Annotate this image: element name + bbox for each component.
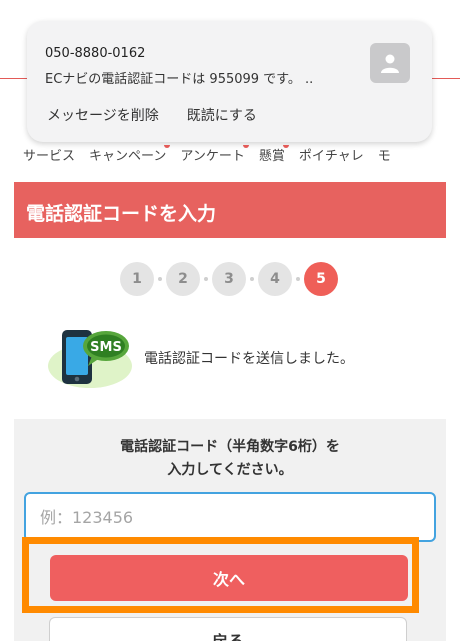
new-badge bbox=[164, 145, 171, 148]
verification-code-input[interactable] bbox=[24, 492, 436, 542]
nav-item-service[interactable]: サービス bbox=[23, 145, 75, 167]
notification-message: ECナビの電話認証コードは 955099 です。 .. bbox=[45, 72, 314, 87]
nav-item-survey[interactable]: アンケート bbox=[180, 145, 249, 167]
nav-item-poichalle[interactable]: ポイチャレ bbox=[299, 145, 364, 167]
sms-sent-message: 電話認証コードを送信しました。 bbox=[144, 351, 354, 367]
step-indicator: 1 2 3 4 5 bbox=[120, 262, 338, 296]
back-button[interactable]: 戻る bbox=[49, 617, 407, 641]
nav-item-campaign[interactable]: キャンペーン bbox=[89, 145, 171, 167]
new-badge bbox=[282, 145, 289, 148]
sms-badge-label: SMS bbox=[90, 340, 122, 355]
step-3: 3 bbox=[212, 262, 246, 296]
page-title: 電話認証コードを入力 bbox=[14, 182, 446, 238]
mark-read-button[interactable]: 既読にする bbox=[187, 105, 257, 125]
delete-message-button[interactable]: メッセージを削除 bbox=[47, 105, 159, 125]
sms-notification[interactable]: 050-8880-0162 ECナビの電話認証コードは 955099 です。 .… bbox=[27, 21, 432, 142]
sms-sent-notice: SMS 電話認証コードを送信しました。 bbox=[48, 326, 448, 390]
step-5-current: 5 bbox=[304, 262, 338, 296]
contact-avatar-icon bbox=[370, 43, 410, 83]
notification-sender: 050-8880-0162 bbox=[45, 46, 146, 61]
step-4: 4 bbox=[258, 262, 292, 296]
category-nav: サービス キャンペーン アンケート 懸賞 ポイチャレ モ bbox=[0, 145, 460, 167]
form-instruction: 電話認証コード（半角数字6桁）を 入力してください。 bbox=[120, 439, 340, 478]
step-1: 1 bbox=[120, 262, 154, 296]
sms-phone-icon: SMS bbox=[48, 330, 132, 388]
new-badge bbox=[242, 145, 249, 148]
step-2: 2 bbox=[166, 262, 200, 296]
nav-item-more[interactable]: モ bbox=[378, 145, 391, 167]
nav-item-sweepstakes[interactable]: 懸賞 bbox=[259, 145, 289, 167]
next-button[interactable]: 次へ bbox=[50, 555, 408, 601]
